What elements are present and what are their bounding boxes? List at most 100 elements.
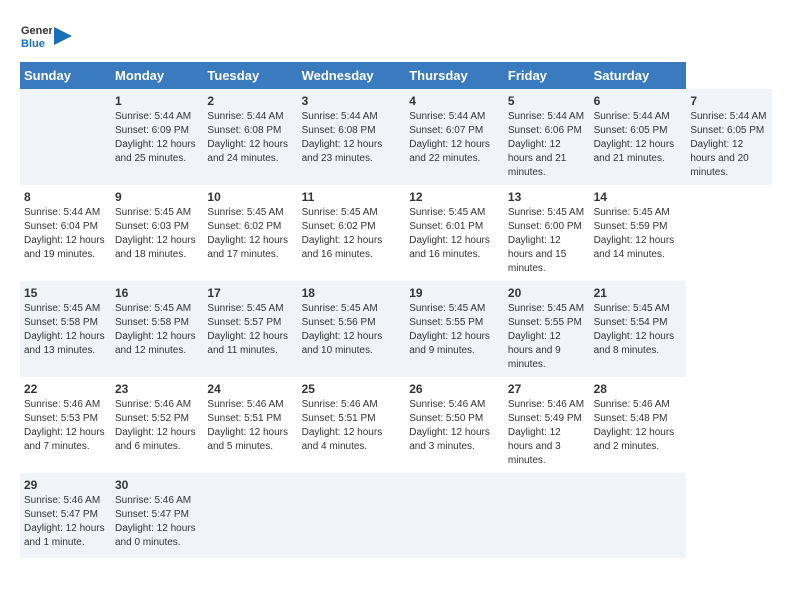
day-number: 23 <box>115 382 199 396</box>
calendar-cell: 8 Sunrise: 5:44 AMSunset: 6:04 PMDaylight… <box>20 185 111 281</box>
day-info: Sunrise: 5:44 AMSunset: 6:05 PMDaylight:… <box>594 110 683 166</box>
day-number: 30 <box>115 478 199 492</box>
day-number: 18 <box>302 286 402 300</box>
calendar-cell: 21 Sunrise: 5:45 AMSunset: 5:54 PMDayligh… <box>590 281 687 377</box>
calendar-cell <box>405 473 504 558</box>
calendar-cell <box>20 89 111 185</box>
calendar-table: SundayMondayTuesdayWednesdayThursdayFrid… <box>20 62 772 558</box>
day-info: Sunrise: 5:46 AMSunset: 5:49 PMDaylight:… <box>508 398 586 468</box>
calendar-cell: 27 Sunrise: 5:46 AMSunset: 5:49 PMDayligh… <box>504 377 590 473</box>
calendar-cell <box>504 473 590 558</box>
day-info: Sunrise: 5:45 AMSunset: 5:54 PMDaylight:… <box>594 302 683 358</box>
calendar-cell: 22Sunrise: 5:46 AMSunset: 5:53 PMDayligh… <box>20 377 111 473</box>
day-number: 3 <box>302 94 402 108</box>
day-info: Sunrise: 5:45 AMSunset: 5:59 PMDaylight:… <box>594 206 683 262</box>
day-info: Sunrise: 5:46 AMSunset: 5:51 PMDaylight:… <box>207 398 293 454</box>
day-info: Sunrise: 5:44 AMSunset: 6:06 PMDaylight:… <box>508 110 586 180</box>
day-number: 24 <box>207 382 293 396</box>
day-number: 29 <box>24 478 107 492</box>
day-number: 27 <box>508 382 586 396</box>
day-info: Sunrise: 5:45 AMSunset: 5:55 PMDaylight:… <box>508 302 586 372</box>
calendar-cell: 4 Sunrise: 5:44 AMSunset: 6:07 PMDaylight… <box>405 89 504 185</box>
calendar-cell: 18 Sunrise: 5:45 AMSunset: 5:56 PMDayligh… <box>298 281 406 377</box>
day-number: 25 <box>302 382 402 396</box>
day-number: 6 <box>594 94 683 108</box>
calendar-cell: 30 Sunrise: 5:46 AMSunset: 5:47 PMDayligh… <box>111 473 203 558</box>
day-info: Sunrise: 5:44 AMSunset: 6:07 PMDaylight:… <box>409 110 500 166</box>
day-info: Sunrise: 5:44 AMSunset: 6:05 PMDaylight:… <box>690 110 768 180</box>
logo-arrow <box>54 27 72 45</box>
calendar-cell: 15 Sunrise: 5:45 AMSunset: 5:58 PMDayligh… <box>20 281 111 377</box>
logo: General Blue <box>20 20 72 52</box>
day-number: 26 <box>409 382 500 396</box>
calendar-cell: 1Sunrise: 5:44 AMSunset: 6:09 PMDaylight… <box>111 89 203 185</box>
day-number: 8 <box>24 190 107 204</box>
day-number: 12 <box>409 190 500 204</box>
day-number: 17 <box>207 286 293 300</box>
calendar-cell: 20 Sunrise: 5:45 AMSunset: 5:55 PMDayligh… <box>504 281 590 377</box>
day-info: Sunrise: 5:45 AMSunset: 6:02 PMDaylight:… <box>207 206 293 262</box>
day-info: Sunrise: 5:46 AMSunset: 5:47 PMDaylight:… <box>115 494 199 550</box>
calendar-cell: 25 Sunrise: 5:46 AMSunset: 5:51 PMDayligh… <box>298 377 406 473</box>
weekday-header-wednesday: Wednesday <box>298 62 406 89</box>
calendar-cell: 2Sunrise: 5:44 AMSunset: 6:08 PMDaylight… <box>203 89 297 185</box>
svg-text:Blue: Blue <box>21 38 45 50</box>
calendar-cell: 24 Sunrise: 5:46 AMSunset: 5:51 PMDayligh… <box>203 377 297 473</box>
calendar-cell: 6 Sunrise: 5:44 AMSunset: 6:05 PMDaylight… <box>590 89 687 185</box>
calendar-cell: 28Sunrise: 5:46 AMSunset: 5:48 PMDayligh… <box>590 377 687 473</box>
calendar-cell: 16 Sunrise: 5:45 AMSunset: 5:58 PMDayligh… <box>111 281 203 377</box>
calendar-cell: 23 Sunrise: 5:46 AMSunset: 5:52 PMDayligh… <box>111 377 203 473</box>
day-number: 20 <box>508 286 586 300</box>
calendar-cell: 19 Sunrise: 5:45 AMSunset: 5:55 PMDayligh… <box>405 281 504 377</box>
calendar-cell: 12 Sunrise: 5:45 AMSunset: 6:01 PMDayligh… <box>405 185 504 281</box>
day-info: Sunrise: 5:45 AMSunset: 6:03 PMDaylight:… <box>115 206 199 262</box>
weekday-header-tuesday: Tuesday <box>203 62 297 89</box>
calendar-week-row: 22Sunrise: 5:46 AMSunset: 5:53 PMDayligh… <box>20 377 772 473</box>
logo-svg: General Blue <box>20 20 52 52</box>
day-info: Sunrise: 5:46 AMSunset: 5:51 PMDaylight:… <box>302 398 402 454</box>
calendar-cell: 17 Sunrise: 5:45 AMSunset: 5:57 PMDayligh… <box>203 281 297 377</box>
day-number: 14 <box>594 190 683 204</box>
day-info: Sunrise: 5:44 AMSunset: 6:08 PMDaylight:… <box>207 110 293 166</box>
weekday-header-monday: Monday <box>111 62 203 89</box>
calendar-week-row: 29 Sunrise: 5:46 AMSunset: 5:47 PMDayligh… <box>20 473 772 558</box>
weekday-header-sunday: Sunday <box>20 62 111 89</box>
day-number: 19 <box>409 286 500 300</box>
day-info: Sunrise: 5:45 AMSunset: 5:55 PMDaylight:… <box>409 302 500 358</box>
page-header: General Blue <box>20 20 772 52</box>
day-info: Sunrise: 5:46 AMSunset: 5:48 PMDaylight:… <box>594 398 683 454</box>
calendar-cell: 3 Sunrise: 5:44 AMSunset: 6:08 PMDaylight… <box>298 89 406 185</box>
day-info: Sunrise: 5:45 AMSunset: 5:56 PMDaylight:… <box>302 302 402 358</box>
day-info: Sunrise: 5:45 AMSunset: 5:58 PMDaylight:… <box>115 302 199 358</box>
day-info: Sunrise: 5:44 AMSunset: 6:04 PMDaylight:… <box>24 206 107 262</box>
day-info: Sunrise: 5:45 AMSunset: 5:58 PMDaylight:… <box>24 302 107 358</box>
day-info: Sunrise: 5:45 AMSunset: 6:00 PMDaylight:… <box>508 206 586 276</box>
day-number: 16 <box>115 286 199 300</box>
calendar-header-row: SundayMondayTuesdayWednesdayThursdayFrid… <box>20 62 772 89</box>
day-number: 9 <box>115 190 199 204</box>
day-info: Sunrise: 5:45 AMSunset: 5:57 PMDaylight:… <box>207 302 293 358</box>
day-info: Sunrise: 5:46 AMSunset: 5:52 PMDaylight:… <box>115 398 199 454</box>
day-number: 15 <box>24 286 107 300</box>
day-info: Sunrise: 5:46 AMSunset: 5:50 PMDaylight:… <box>409 398 500 454</box>
day-info: Sunrise: 5:44 AMSunset: 6:08 PMDaylight:… <box>302 110 402 166</box>
day-number: 13 <box>508 190 586 204</box>
calendar-cell: 5Sunrise: 5:44 AMSunset: 6:06 PMDaylight… <box>504 89 590 185</box>
calendar-cell: 29Sunrise: 5:46 AMSunset: 5:47 PMDayligh… <box>20 473 111 558</box>
calendar-cell <box>203 473 297 558</box>
svg-text:General: General <box>21 25 52 37</box>
calendar-cell <box>298 473 406 558</box>
day-number: 7 <box>690 94 768 108</box>
calendar-week-row: 15 Sunrise: 5:45 AMSunset: 5:58 PMDayligh… <box>20 281 772 377</box>
day-number: 4 <box>409 94 500 108</box>
day-number: 11 <box>302 190 402 204</box>
calendar-cell: 13 Sunrise: 5:45 AMSunset: 6:00 PMDayligh… <box>504 185 590 281</box>
day-number: 22 <box>24 382 107 396</box>
day-info: Sunrise: 5:45 AMSunset: 6:01 PMDaylight:… <box>409 206 500 262</box>
day-number: 21 <box>594 286 683 300</box>
calendar-cell <box>590 473 687 558</box>
calendar-cell: 14 Sunrise: 5:45 AMSunset: 5:59 PMDayligh… <box>590 185 687 281</box>
weekday-header-saturday: Saturday <box>590 62 687 89</box>
day-info: Sunrise: 5:45 AMSunset: 6:02 PMDaylight:… <box>302 206 402 262</box>
calendar-cell: 9 Sunrise: 5:45 AMSunset: 6:03 PMDaylight… <box>111 185 203 281</box>
